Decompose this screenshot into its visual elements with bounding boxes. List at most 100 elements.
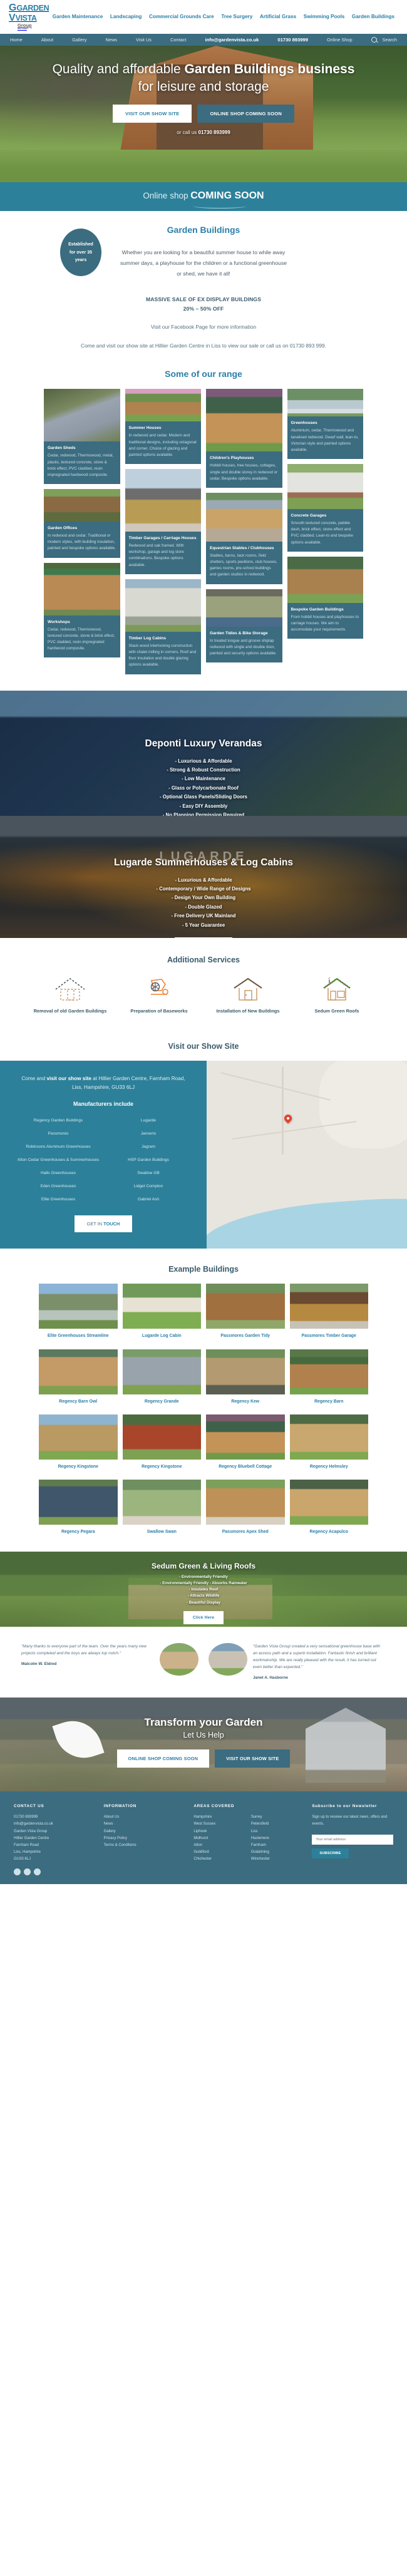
subnav-phone[interactable]: 01730 893999 bbox=[277, 37, 308, 43]
facebook-note: Visit our Facebook Page for more informa… bbox=[150, 324, 257, 331]
footer-link-privacy[interactable]: Privacy Policy bbox=[104, 1835, 185, 1842]
subnav-search[interactable]: Search bbox=[383, 37, 397, 43]
example-item[interactable]: Regency Kew bbox=[206, 1349, 285, 1412]
footer-area-link[interactable]: Farnham bbox=[251, 1842, 304, 1849]
subnav-contact[interactable]: Contact bbox=[170, 37, 186, 43]
subnav-gallery[interactable]: Gallery bbox=[72, 37, 86, 43]
sedum-click-here-button[interactable]: Click Here bbox=[183, 1610, 224, 1624]
get-in-touch-button[interactable]: GET IN TOUCH bbox=[74, 1215, 133, 1233]
footer-area-link[interactable]: Hampshire bbox=[193, 1814, 246, 1821]
instagram-icon[interactable] bbox=[34, 1868, 41, 1875]
footer-area-link[interactable]: Midhurst bbox=[193, 1835, 246, 1842]
range-card[interactable]: Bespoke Garden Buildings From hobbit hous… bbox=[287, 556, 363, 639]
subnav-news[interactable]: News bbox=[106, 37, 117, 43]
footer-area-link[interactable]: Haslemere bbox=[251, 1835, 304, 1842]
example-photo bbox=[289, 1284, 368, 1329]
service-label: Sedum Green Roofs bbox=[314, 1007, 359, 1014]
subnav-email[interactable]: info@gardenvista.co.uk bbox=[205, 37, 259, 43]
range-card[interactable]: Summer Houses In redwood and cedar. Moder… bbox=[125, 389, 201, 465]
range-card-photo bbox=[44, 562, 120, 616]
footer-area-link[interactable]: Alton bbox=[193, 1842, 246, 1849]
range-card[interactable]: Timber Garages / Carriage Houses Redwood … bbox=[125, 469, 201, 574]
footer-link-gallery[interactable]: Gallery bbox=[104, 1828, 185, 1835]
range-card[interactable]: Equestrian Stables / Clubhouses Stables, … bbox=[206, 492, 282, 584]
footer-email[interactable]: info@gardenvista.co.uk bbox=[14, 1821, 95, 1828]
example-photo bbox=[39, 1349, 118, 1394]
nav-item-garden-buildings[interactable]: Garden Buildings bbox=[351, 13, 396, 20]
footer-area-link[interactable]: Liphook bbox=[193, 1828, 246, 1835]
range-card[interactable]: Workshops Cedar, redwood, Thermowood, tex… bbox=[44, 562, 120, 658]
location-map[interactable] bbox=[207, 1060, 407, 1249]
range-card[interactable]: Garden Sheds Cedar, redwood, Thermowood, … bbox=[44, 389, 120, 485]
service-item-removal[interactable]: Removal of old Garden Buildings bbox=[33, 977, 108, 1014]
nav-item-landscaping[interactable]: Landscaping bbox=[109, 13, 143, 20]
footer-area-link[interactable]: Guildford bbox=[193, 1849, 246, 1856]
facebook-icon[interactable] bbox=[14, 1868, 21, 1875]
twitter-icon[interactable] bbox=[24, 1868, 31, 1875]
example-item[interactable]: Regency Bluebell Cottage bbox=[206, 1414, 285, 1477]
footer-area-link[interactable]: Liss bbox=[251, 1828, 304, 1835]
footer-area-link[interactable]: Surrey bbox=[251, 1814, 304, 1821]
coming-soon-strip[interactable]: Online shop COMING SOON bbox=[0, 182, 407, 212]
site-logo[interactable]: G GARDEN V VISTA Group est. 1986 bbox=[9, 3, 49, 30]
search-icon[interactable] bbox=[371, 37, 377, 43]
example-item[interactable]: Regency Barn bbox=[289, 1349, 368, 1412]
hero-call-us: or call us 01730 893999 bbox=[0, 130, 407, 135]
example-item[interactable]: Passmores Apex Shed bbox=[206, 1480, 285, 1542]
nav-item-swimming-pools[interactable]: Swimming Pools bbox=[302, 13, 346, 20]
nav-item-commercial-grounds-care[interactable]: Commercial Grounds Care bbox=[148, 13, 215, 20]
veranda-bullet: - Glass or Polycarbonate Roof bbox=[168, 785, 239, 791]
example-item[interactable]: Regency Barn Owl bbox=[39, 1349, 118, 1412]
range-card[interactable]: Concrete Garages Smooth textured concrete… bbox=[287, 464, 363, 552]
range-card-title: Timber Log Cabins bbox=[128, 636, 167, 641]
manufacturer: Eden Greenhouses bbox=[40, 1184, 76, 1189]
footer-link-terms[interactable]: Terms & Conditions bbox=[104, 1842, 185, 1849]
footer-phone[interactable]: 01730 893999 bbox=[14, 1814, 95, 1821]
example-item[interactable]: Regency Grande bbox=[122, 1349, 201, 1412]
subscribe-button[interactable]: SUBSCRIBE bbox=[312, 1848, 349, 1858]
service-item-sedum[interactable]: Sedum Green Roofs bbox=[299, 977, 374, 1014]
example-item[interactable]: Passmores Garden Tidy bbox=[206, 1284, 285, 1346]
example-item[interactable]: Elite Greenhouses Streamline bbox=[39, 1284, 118, 1346]
range-card[interactable]: Children's Playhouses Hobbit houses, tree… bbox=[206, 389, 282, 488]
range-card[interactable]: Greenhouses Aluminium, cedar, Thermowood … bbox=[287, 389, 363, 460]
example-item[interactable]: Regency Pegara bbox=[39, 1480, 118, 1542]
cta-visit-show-site-button[interactable]: VISIT OUR SHOW SITE bbox=[215, 1749, 291, 1768]
subnav-online-shop[interactable]: Online Shop bbox=[327, 37, 353, 43]
range-card[interactable]: Timber Log Cabins Stack wood interlocking… bbox=[125, 579, 201, 674]
example-item[interactable]: Passmores Timber Garage bbox=[289, 1284, 368, 1346]
nav-item-tree-surgery[interactable]: Tree Surgery bbox=[220, 13, 254, 20]
example-item[interactable]: Lugarde Log Cabin bbox=[122, 1284, 201, 1346]
subnav-home[interactable]: Home bbox=[10, 37, 23, 43]
service-item-baseworks[interactable]: Preparation of Baseworks bbox=[121, 977, 197, 1014]
example-label: Regency Acapulco bbox=[309, 1530, 348, 1535]
example-item[interactable]: Regency Kingstone bbox=[122, 1414, 201, 1477]
service-item-installation[interactable]: Installation of New Buildings bbox=[210, 977, 286, 1014]
nav-item-garden-maintenance[interactable]: Garden Maintenance bbox=[51, 13, 105, 20]
visit-show-site-button[interactable]: VISIT OUR SHOW SITE bbox=[112, 104, 192, 123]
footer-link-news[interactable]: News bbox=[104, 1821, 185, 1828]
range-card[interactable]: Garden Tidies & Bike Storage In treated t… bbox=[206, 589, 282, 663]
example-item[interactable]: Regency Kingstone bbox=[39, 1414, 118, 1477]
subscribe-email-input[interactable] bbox=[312, 1834, 393, 1845]
lugarde-bullet: - Luxurious & Affordable bbox=[175, 877, 232, 883]
footer-area-link[interactable]: Godalming bbox=[251, 1849, 304, 1856]
footer-area-link[interactable]: Petersfield bbox=[251, 1821, 304, 1828]
nav-item-artificial-grass[interactable]: Artificial Grass bbox=[259, 13, 297, 20]
subnav-about[interactable]: About bbox=[41, 37, 53, 43]
subnav-visit-us[interactable]: Visit Us bbox=[136, 37, 152, 43]
dashed-house-icon bbox=[55, 977, 85, 1001]
footer-link-about[interactable]: About Us bbox=[104, 1814, 185, 1821]
online-shop-button[interactable]: ONLINE SHOP COMING SOON bbox=[197, 104, 295, 123]
example-photo bbox=[289, 1349, 368, 1394]
footer-area-link[interactable]: Chichester bbox=[193, 1856, 246, 1863]
example-item[interactable]: Regency Acapulco bbox=[289, 1480, 368, 1542]
established-badge: Established for over 35 years bbox=[60, 229, 101, 277]
cta-online-shop-button[interactable]: ONLINE SHOP COMING SOON bbox=[116, 1749, 210, 1768]
btn-touch-light: GET IN bbox=[86, 1221, 104, 1227]
footer-area-link[interactable]: West Sussex bbox=[193, 1821, 246, 1828]
footer-area-link[interactable]: Winchester bbox=[251, 1856, 304, 1863]
range-card[interactable]: Garden Offices In redwood and cedar. Trad… bbox=[44, 489, 120, 558]
example-item[interactable]: Regency Helmsley bbox=[289, 1414, 368, 1477]
example-item[interactable]: Swallow Swan bbox=[122, 1480, 201, 1542]
